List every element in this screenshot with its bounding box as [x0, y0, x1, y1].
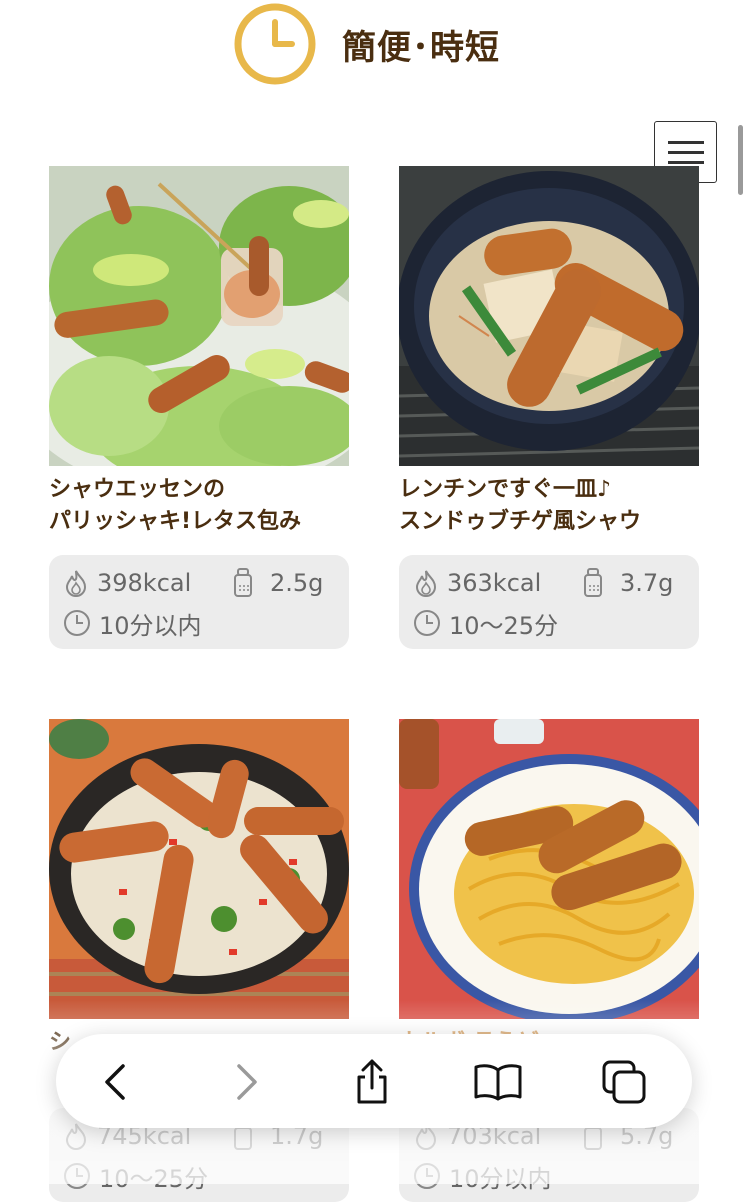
- time-info: 10～25分: [413, 605, 558, 641]
- clock-icon: [414, 610, 440, 636]
- time-value: 10分以内: [449, 1164, 552, 1193]
- tabs-icon[interactable]: [596, 1054, 652, 1110]
- back-chevron-icon[interactable]: [88, 1054, 144, 1110]
- salt-value: 2.5g: [270, 569, 324, 597]
- recipe-photo-lettuce-wraps[interactable]: [49, 166, 349, 466]
- scrollbar[interactable]: [738, 125, 743, 195]
- calorie-value: 363kcal: [447, 569, 542, 597]
- book-icon[interactable]: [470, 1054, 526, 1110]
- recipe-info-box: 363kcal 3.7g 10～25分: [399, 555, 699, 649]
- page-title: 簡便･時短: [342, 28, 500, 68]
- calorie-info: 363kcal: [413, 565, 541, 601]
- time-info: 10～25分: [63, 1158, 208, 1194]
- recipe-title[interactable]: レンチンですぐ一皿♪ スンドゥブチゲ風シャウ: [399, 474, 709, 538]
- recipe-info-box: 398kcal 2.5g 10分以内: [49, 555, 349, 649]
- forward-chevron-icon[interactable]: [218, 1054, 274, 1110]
- clock-icon: [64, 610, 90, 636]
- time-value: 10～25分: [449, 611, 559, 640]
- time-info: 10分以内: [413, 1158, 552, 1194]
- calorie-value: 398kcal: [97, 569, 192, 597]
- salt-shaker-icon: [584, 568, 602, 597]
- salt-value: 3.7g: [620, 569, 674, 597]
- recipe-photo-carbonara-udon[interactable]: [399, 719, 699, 1019]
- browser-toolbar: [56, 1034, 692, 1128]
- flame-icon: [415, 570, 437, 597]
- clock-icon: [414, 1163, 440, 1189]
- page-header: 簡便･時短: [0, 0, 745, 95]
- clock-icon: [64, 1163, 90, 1189]
- clock-icon: [234, 3, 316, 85]
- salt-shaker-icon: [234, 568, 252, 597]
- calorie-info: 398kcal: [63, 565, 191, 601]
- time-info: 10分以内: [63, 605, 202, 641]
- flame-icon: [65, 1123, 87, 1150]
- recipe-photo-pilaf[interactable]: [49, 719, 349, 1019]
- recipe-title[interactable]: シャウエッセンの パリッシャキ!レタス包み: [49, 474, 359, 538]
- salt-info: 2.5g: [232, 565, 323, 601]
- share-icon[interactable]: [344, 1054, 400, 1110]
- recipe-photo-sundubu[interactable]: [399, 166, 699, 466]
- salt-info: 3.7g: [582, 565, 673, 601]
- flame-icon: [65, 570, 87, 597]
- time-value: 10分以内: [99, 611, 202, 640]
- time-value: 10～25分: [99, 1164, 209, 1193]
